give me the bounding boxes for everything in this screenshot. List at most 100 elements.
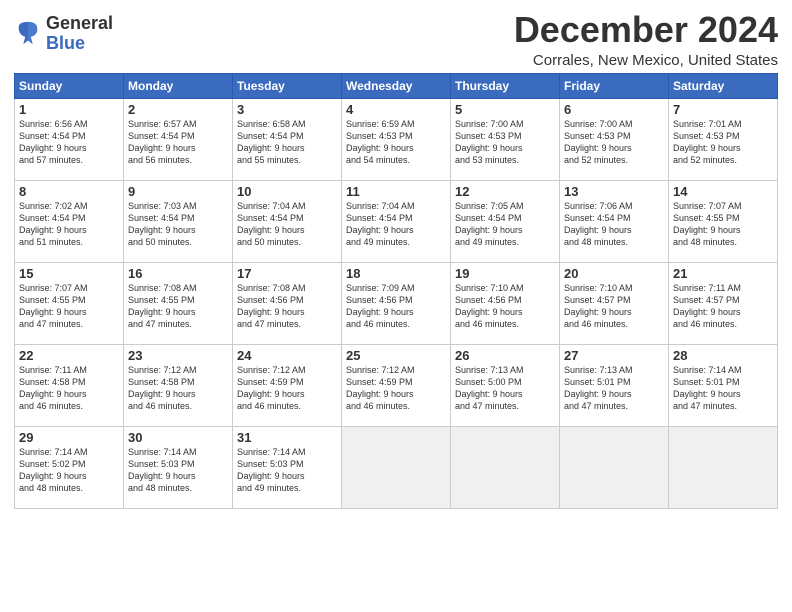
- day-number: 24: [237, 348, 337, 363]
- day-number: 11: [346, 184, 446, 199]
- day-info: Sunrise: 7:11 AM Sunset: 4:58 PM Dayligh…: [19, 364, 119, 413]
- calendar-cell: 3Sunrise: 6:58 AM Sunset: 4:54 PM Daylig…: [233, 98, 342, 180]
- col-wednesday: Wednesday: [342, 73, 451, 98]
- calendar-cell: 24Sunrise: 7:12 AM Sunset: 4:59 PM Dayli…: [233, 344, 342, 426]
- day-info: Sunrise: 7:05 AM Sunset: 4:54 PM Dayligh…: [455, 200, 555, 249]
- day-number: 21: [673, 266, 773, 281]
- day-number: 28: [673, 348, 773, 363]
- month-title: December 2024: [514, 10, 778, 50]
- calendar-week-3: 15Sunrise: 7:07 AM Sunset: 4:55 PM Dayli…: [15, 262, 778, 344]
- calendar-cell: 13Sunrise: 7:06 AM Sunset: 4:54 PM Dayli…: [560, 180, 669, 262]
- day-info: Sunrise: 7:14 AM Sunset: 5:03 PM Dayligh…: [237, 446, 337, 495]
- calendar-cell: 21Sunrise: 7:11 AM Sunset: 4:57 PM Dayli…: [669, 262, 778, 344]
- day-info: Sunrise: 6:58 AM Sunset: 4:54 PM Dayligh…: [237, 118, 337, 167]
- calendar-week-2: 8Sunrise: 7:02 AM Sunset: 4:54 PM Daylig…: [15, 180, 778, 262]
- day-number: 20: [564, 266, 664, 281]
- day-info: Sunrise: 7:14 AM Sunset: 5:02 PM Dayligh…: [19, 446, 119, 495]
- title-block: December 2024 Corrales, New Mexico, Unit…: [514, 10, 778, 69]
- calendar-cell: 14Sunrise: 7:07 AM Sunset: 4:55 PM Dayli…: [669, 180, 778, 262]
- day-info: Sunrise: 7:06 AM Sunset: 4:54 PM Dayligh…: [564, 200, 664, 249]
- logo: General Blue: [14, 14, 113, 54]
- day-number: 29: [19, 430, 119, 445]
- header-row: General Blue December 2024 Corrales, New…: [14, 10, 778, 69]
- calendar-cell: 27Sunrise: 7:13 AM Sunset: 5:01 PM Dayli…: [560, 344, 669, 426]
- calendar-cell: [560, 426, 669, 508]
- day-info: Sunrise: 7:07 AM Sunset: 4:55 PM Dayligh…: [673, 200, 773, 249]
- day-number: 7: [673, 102, 773, 117]
- day-number: 9: [128, 184, 228, 199]
- day-info: Sunrise: 7:10 AM Sunset: 4:56 PM Dayligh…: [455, 282, 555, 331]
- calendar-cell: 22Sunrise: 7:11 AM Sunset: 4:58 PM Dayli…: [15, 344, 124, 426]
- day-info: Sunrise: 7:00 AM Sunset: 4:53 PM Dayligh…: [455, 118, 555, 167]
- day-number: 30: [128, 430, 228, 445]
- calendar-table: Sunday Monday Tuesday Wednesday Thursday…: [14, 73, 778, 509]
- col-thursday: Thursday: [451, 73, 560, 98]
- calendar-cell: 1Sunrise: 6:56 AM Sunset: 4:54 PM Daylig…: [15, 98, 124, 180]
- day-number: 2: [128, 102, 228, 117]
- calendar-cell: [669, 426, 778, 508]
- day-info: Sunrise: 7:10 AM Sunset: 4:57 PM Dayligh…: [564, 282, 664, 331]
- logo-name2: Blue: [46, 34, 113, 54]
- calendar-week-1: 1Sunrise: 6:56 AM Sunset: 4:54 PM Daylig…: [15, 98, 778, 180]
- day-number: 26: [455, 348, 555, 363]
- col-tuesday: Tuesday: [233, 73, 342, 98]
- day-number: 1: [19, 102, 119, 117]
- day-number: 27: [564, 348, 664, 363]
- calendar-cell: 28Sunrise: 7:14 AM Sunset: 5:01 PM Dayli…: [669, 344, 778, 426]
- day-number: 4: [346, 102, 446, 117]
- calendar-cell: 7Sunrise: 7:01 AM Sunset: 4:53 PM Daylig…: [669, 98, 778, 180]
- day-info: Sunrise: 7:13 AM Sunset: 5:01 PM Dayligh…: [564, 364, 664, 413]
- day-info: Sunrise: 7:14 AM Sunset: 5:01 PM Dayligh…: [673, 364, 773, 413]
- day-number: 13: [564, 184, 664, 199]
- day-number: 16: [128, 266, 228, 281]
- day-number: 17: [237, 266, 337, 281]
- page-container: General Blue December 2024 Corrales, New…: [0, 0, 792, 515]
- day-number: 12: [455, 184, 555, 199]
- calendar-cell: 5Sunrise: 7:00 AM Sunset: 4:53 PM Daylig…: [451, 98, 560, 180]
- day-info: Sunrise: 7:01 AM Sunset: 4:53 PM Dayligh…: [673, 118, 773, 167]
- col-sunday: Sunday: [15, 73, 124, 98]
- day-number: 15: [19, 266, 119, 281]
- day-info: Sunrise: 6:59 AM Sunset: 4:53 PM Dayligh…: [346, 118, 446, 167]
- day-number: 5: [455, 102, 555, 117]
- calendar-cell: 6Sunrise: 7:00 AM Sunset: 4:53 PM Daylig…: [560, 98, 669, 180]
- calendar-cell: 18Sunrise: 7:09 AM Sunset: 4:56 PM Dayli…: [342, 262, 451, 344]
- day-info: Sunrise: 7:12 AM Sunset: 4:59 PM Dayligh…: [346, 364, 446, 413]
- calendar-cell: 29Sunrise: 7:14 AM Sunset: 5:02 PM Dayli…: [15, 426, 124, 508]
- calendar-cell: 30Sunrise: 7:14 AM Sunset: 5:03 PM Dayli…: [124, 426, 233, 508]
- calendar-week-4: 22Sunrise: 7:11 AM Sunset: 4:58 PM Dayli…: [15, 344, 778, 426]
- day-info: Sunrise: 7:12 AM Sunset: 4:58 PM Dayligh…: [128, 364, 228, 413]
- header-row-days: Sunday Monday Tuesday Wednesday Thursday…: [15, 73, 778, 98]
- calendar-cell: 11Sunrise: 7:04 AM Sunset: 4:54 PM Dayli…: [342, 180, 451, 262]
- calendar-cell: 20Sunrise: 7:10 AM Sunset: 4:57 PM Dayli…: [560, 262, 669, 344]
- calendar-cell: 4Sunrise: 6:59 AM Sunset: 4:53 PM Daylig…: [342, 98, 451, 180]
- day-info: Sunrise: 7:11 AM Sunset: 4:57 PM Dayligh…: [673, 282, 773, 331]
- day-info: Sunrise: 7:08 AM Sunset: 4:55 PM Dayligh…: [128, 282, 228, 331]
- logo-icon: [14, 20, 42, 48]
- calendar-cell: 9Sunrise: 7:03 AM Sunset: 4:54 PM Daylig…: [124, 180, 233, 262]
- calendar-cell: 31Sunrise: 7:14 AM Sunset: 5:03 PM Dayli…: [233, 426, 342, 508]
- day-number: 19: [455, 266, 555, 281]
- calendar-cell: 12Sunrise: 7:05 AM Sunset: 4:54 PM Dayli…: [451, 180, 560, 262]
- calendar-cell: 25Sunrise: 7:12 AM Sunset: 4:59 PM Dayli…: [342, 344, 451, 426]
- day-info: Sunrise: 7:04 AM Sunset: 4:54 PM Dayligh…: [346, 200, 446, 249]
- day-info: Sunrise: 6:56 AM Sunset: 4:54 PM Dayligh…: [19, 118, 119, 167]
- day-info: Sunrise: 6:57 AM Sunset: 4:54 PM Dayligh…: [128, 118, 228, 167]
- calendar-cell: 16Sunrise: 7:08 AM Sunset: 4:55 PM Dayli…: [124, 262, 233, 344]
- day-info: Sunrise: 7:02 AM Sunset: 4:54 PM Dayligh…: [19, 200, 119, 249]
- calendar-cell: 15Sunrise: 7:07 AM Sunset: 4:55 PM Dayli…: [15, 262, 124, 344]
- day-info: Sunrise: 7:08 AM Sunset: 4:56 PM Dayligh…: [237, 282, 337, 331]
- day-number: 18: [346, 266, 446, 281]
- col-friday: Friday: [560, 73, 669, 98]
- logo-name1: General: [46, 14, 113, 34]
- day-number: 31: [237, 430, 337, 445]
- day-number: 6: [564, 102, 664, 117]
- day-info: Sunrise: 7:04 AM Sunset: 4:54 PM Dayligh…: [237, 200, 337, 249]
- location-title: Corrales, New Mexico, United States: [514, 52, 778, 69]
- calendar-cell: [342, 426, 451, 508]
- calendar-cell: 10Sunrise: 7:04 AM Sunset: 4:54 PM Dayli…: [233, 180, 342, 262]
- calendar-cell: 17Sunrise: 7:08 AM Sunset: 4:56 PM Dayli…: [233, 262, 342, 344]
- calendar-cell: 19Sunrise: 7:10 AM Sunset: 4:56 PM Dayli…: [451, 262, 560, 344]
- day-number: 3: [237, 102, 337, 117]
- calendar-cell: 2Sunrise: 6:57 AM Sunset: 4:54 PM Daylig…: [124, 98, 233, 180]
